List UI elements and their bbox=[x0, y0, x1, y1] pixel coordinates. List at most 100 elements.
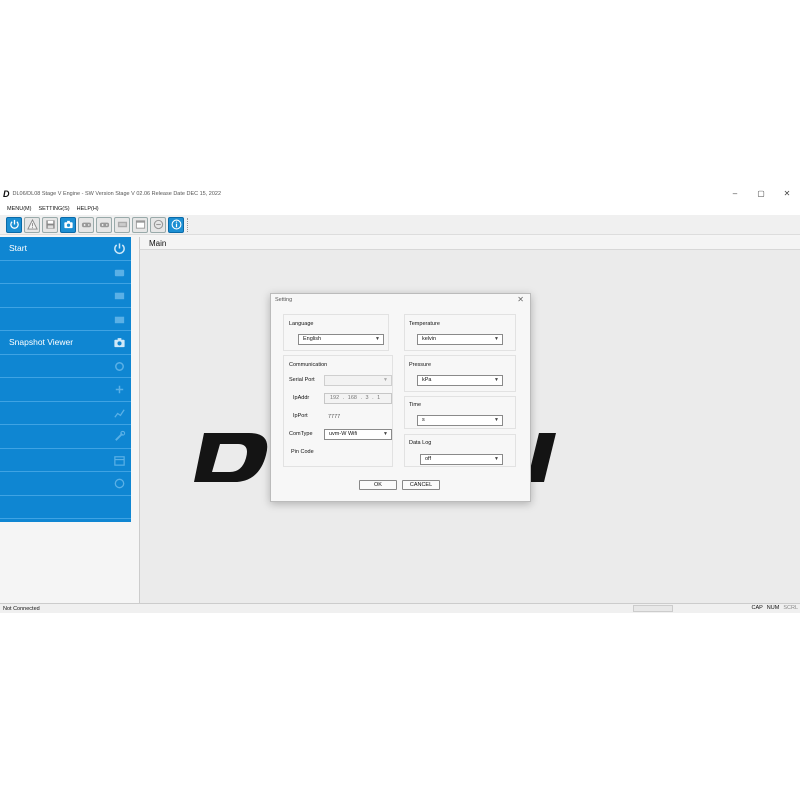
minimize-button[interactable]: – bbox=[722, 185, 748, 202]
toolbar-power-button[interactable] bbox=[6, 216, 22, 233]
menu-bar: MENU(M) SETTING(S) HELP(H) bbox=[0, 202, 800, 215]
sidebar-item-12[interactable] bbox=[0, 496, 131, 519]
info-icon bbox=[171, 219, 181, 230]
caps-lock-indicator: CAP bbox=[751, 605, 763, 611]
toolbar-save-button[interactable] bbox=[42, 216, 58, 233]
power-icon bbox=[9, 219, 19, 229]
language-value: English bbox=[303, 336, 322, 342]
pressure-select[interactable]: kPa ▼ bbox=[417, 375, 503, 386]
application-window: D DL06/DL08 Stage V Engine - SW Version … bbox=[0, 185, 800, 613]
comtype-select[interactable]: uvm-W Wifi ▼ bbox=[324, 429, 392, 440]
sidebar-item-4[interactable] bbox=[0, 308, 131, 331]
sidebar-item-10[interactable] bbox=[0, 449, 131, 472]
camera-icon bbox=[114, 338, 125, 348]
toolbar-ecu-button[interactable] bbox=[114, 216, 130, 233]
comtype-label: ComType bbox=[289, 431, 313, 437]
power-icon bbox=[114, 243, 125, 254]
sidebar-item-start[interactable]: Start bbox=[0, 237, 131, 261]
warning-icon bbox=[26, 219, 38, 230]
chevron-down-icon: ▼ bbox=[375, 336, 380, 342]
language-select[interactable]: English ▼ bbox=[298, 334, 384, 345]
menu-item-menu[interactable]: MENU(M) bbox=[7, 206, 31, 212]
language-label: Language bbox=[289, 321, 314, 327]
toolbar-snapshot-button[interactable] bbox=[60, 216, 76, 233]
sidebar-item-6[interactable] bbox=[0, 355, 131, 378]
gamepad-icon bbox=[115, 385, 124, 394]
sidebar-item-7[interactable] bbox=[0, 378, 131, 402]
save-icon bbox=[45, 220, 55, 229]
wrench-icon bbox=[115, 430, 126, 441]
setting-dialog: Setting ✕ Language English ▼ Communicati… bbox=[270, 293, 531, 502]
ipaddr-input[interactable]: 192 . 168 . 3 . 1 bbox=[324, 393, 392, 404]
pressure-value: kPa bbox=[422, 377, 432, 383]
toolbar-warning-button[interactable] bbox=[24, 216, 40, 233]
temperature-group bbox=[404, 314, 516, 351]
comtype-value: uvm-W Wifi bbox=[329, 431, 358, 437]
chevron-down-icon: ▼ bbox=[383, 377, 388, 383]
sidebar-item-label: Snapshot Viewer bbox=[9, 337, 74, 348]
num-lock-indicator: NUM bbox=[766, 605, 780, 611]
calendar-icon bbox=[114, 455, 125, 466]
toolbar-info-button[interactable] bbox=[168, 216, 184, 233]
time-select[interactable]: s ▼ bbox=[417, 415, 503, 426]
circle-icon bbox=[153, 219, 163, 230]
main-title: Main bbox=[149, 239, 167, 248]
pin-code-label: Pin Code bbox=[291, 449, 314, 455]
status-bar: Not Connected CAP NUM SCRL bbox=[0, 603, 800, 613]
status-progress-slot bbox=[633, 605, 673, 612]
toolbar-circle-button[interactable] bbox=[150, 216, 166, 233]
cancel-button[interactable]: CANCEL bbox=[402, 480, 440, 490]
ecu-icon bbox=[117, 221, 127, 228]
communication-label: Communication bbox=[289, 362, 328, 368]
sidebar-item-9[interactable] bbox=[0, 425, 131, 449]
datalog-label: Data Log bbox=[409, 440, 432, 446]
time-label: Time bbox=[409, 402, 422, 408]
chart-icon bbox=[114, 408, 125, 418]
chevron-down-icon: ▼ bbox=[494, 417, 499, 423]
ipport-value[interactable]: 7777 bbox=[328, 414, 340, 420]
app-logo: D bbox=[3, 188, 10, 199]
sidebar-item-11[interactable] bbox=[0, 472, 131, 496]
sidebar-item-2[interactable] bbox=[0, 261, 131, 284]
maximize-button[interactable]: ▢ bbox=[748, 185, 774, 202]
time-value: s bbox=[422, 417, 425, 423]
sidebar-item-8[interactable] bbox=[0, 402, 131, 425]
toolbar-control-button-2[interactable] bbox=[96, 216, 112, 233]
engine-icon bbox=[114, 269, 125, 276]
language-group bbox=[283, 314, 389, 351]
ipaddr-label: IpAddr bbox=[293, 395, 310, 401]
gamepad-icon bbox=[81, 222, 91, 228]
temperature-select[interactable]: kelvin ▼ bbox=[417, 334, 503, 345]
temperature-label: Temperature bbox=[409, 321, 440, 327]
chevron-down-icon: ▼ bbox=[383, 431, 388, 437]
menu-item-help[interactable]: HELP(H) bbox=[77, 206, 99, 212]
ecu-icon bbox=[114, 316, 125, 323]
chevron-down-icon: ▼ bbox=[494, 336, 499, 342]
gamepad-icon bbox=[99, 222, 109, 228]
close-button[interactable]: ✕ bbox=[774, 185, 800, 202]
window-controls: – ▢ ✕ bbox=[722, 185, 800, 202]
sidebar-item-label: Start bbox=[9, 243, 27, 254]
toolbar bbox=[0, 215, 800, 235]
datalog-value: off bbox=[425, 456, 432, 462]
scroll-lock-indicator: SCRL bbox=[783, 605, 798, 611]
ok-button[interactable]: OK bbox=[359, 480, 397, 490]
serial-port-select[interactable]: ▼ bbox=[324, 375, 392, 386]
sidebar-item-3[interactable] bbox=[0, 284, 131, 308]
chevron-down-icon: ▼ bbox=[494, 456, 499, 462]
sidebar-item-snapshot-viewer[interactable]: Snapshot Viewer bbox=[0, 331, 131, 355]
datalog-select[interactable]: off ▼ bbox=[420, 454, 503, 465]
toolbar-window-button[interactable] bbox=[132, 216, 148, 233]
camera-icon bbox=[63, 220, 73, 229]
menu-item-setting[interactable]: SETTING(S) bbox=[38, 206, 69, 212]
gear-icon bbox=[115, 361, 124, 371]
ecu-icon bbox=[114, 292, 125, 300]
refresh-icon bbox=[114, 478, 125, 489]
toolbar-control-button[interactable] bbox=[78, 216, 94, 233]
pressure-label: Pressure bbox=[409, 362, 432, 368]
connection-status: Not Connected bbox=[3, 605, 40, 612]
dialog-close-button[interactable]: ✕ bbox=[517, 295, 524, 304]
ipport-label: IpPort bbox=[293, 413, 308, 419]
toolbar-grip[interactable] bbox=[187, 217, 190, 232]
temperature-value: kelvin bbox=[422, 336, 437, 342]
